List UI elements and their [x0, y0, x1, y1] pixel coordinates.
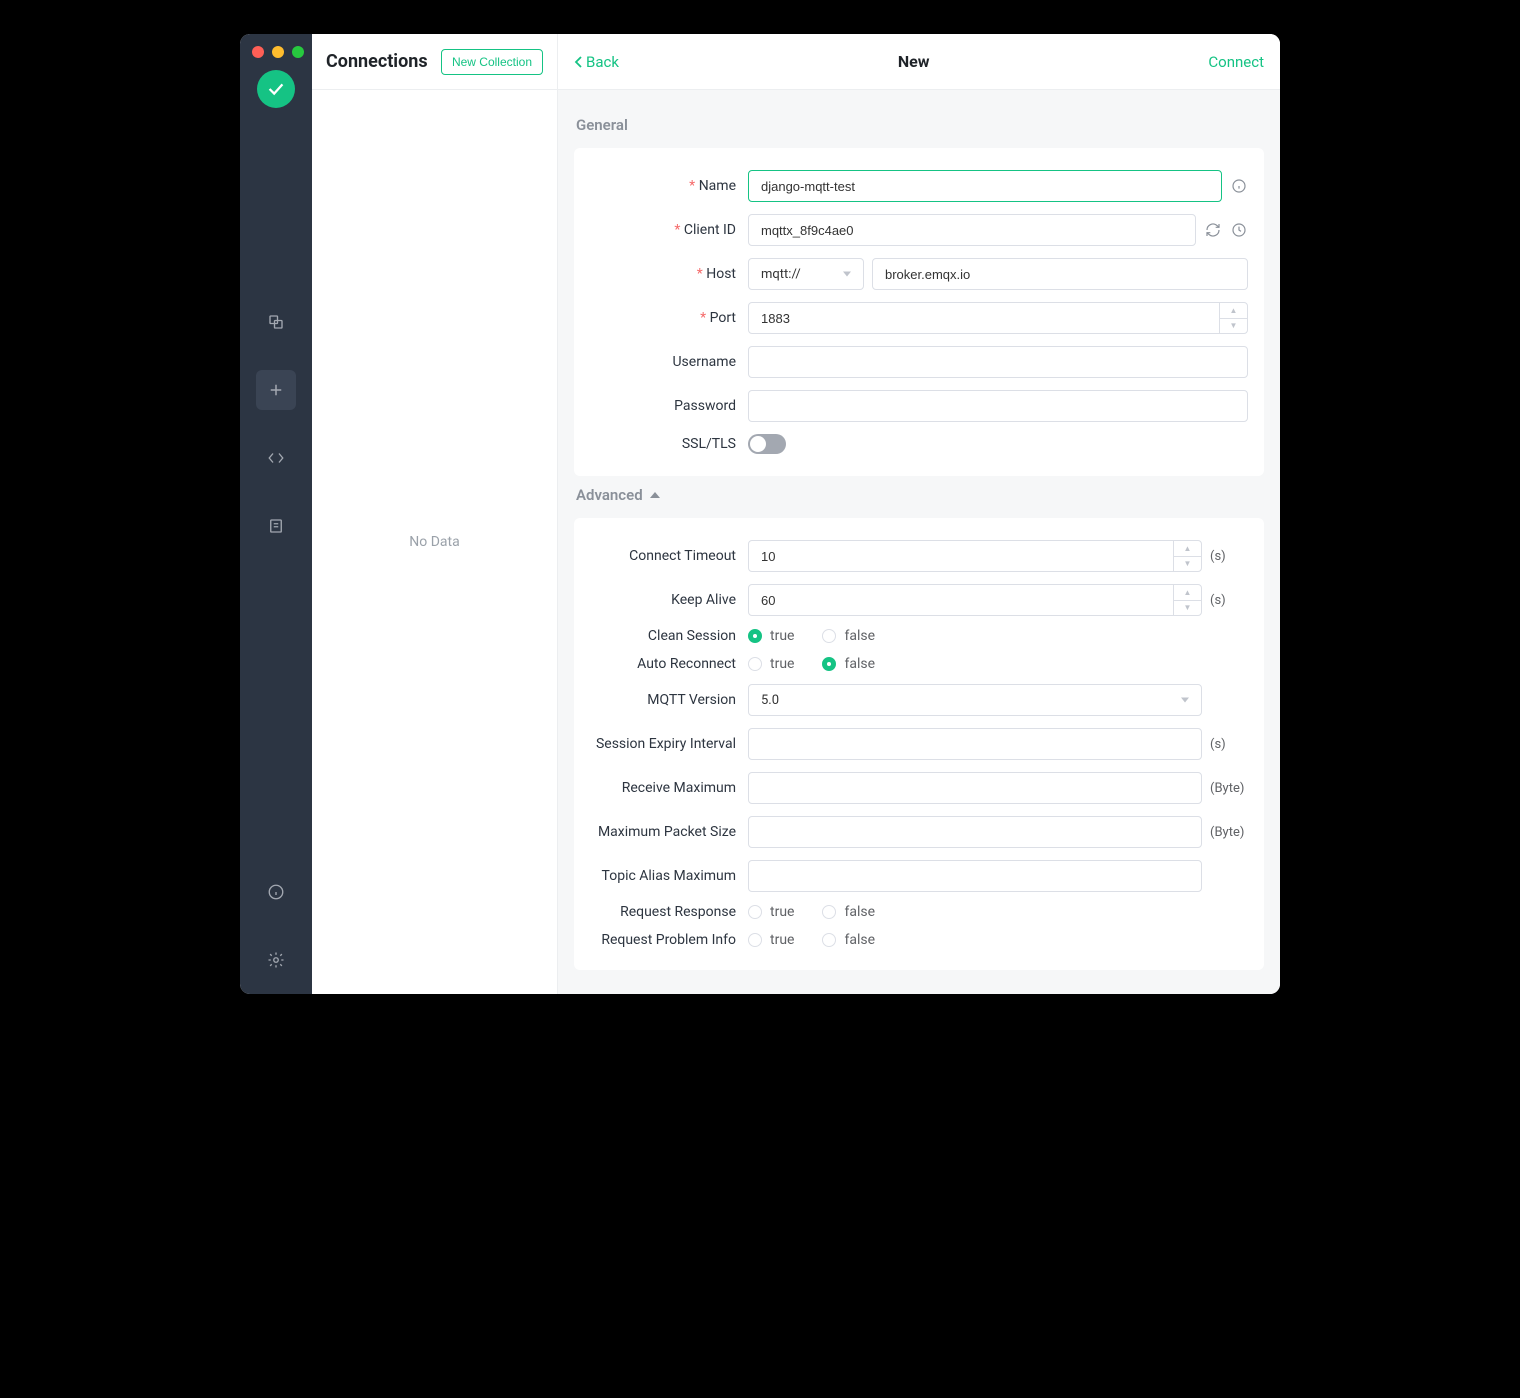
- maximize-window[interactable]: [292, 46, 304, 58]
- window-controls: [252, 46, 304, 58]
- port-label: Port: [590, 310, 748, 326]
- session-expiry-input[interactable]: [748, 728, 1202, 760]
- main-panel: Back New Connect General Name C: [558, 34, 1280, 994]
- mqtt-version-label: MQTT Version: [590, 692, 748, 708]
- nav-new[interactable]: [256, 370, 296, 410]
- keep-alive-input[interactable]: [748, 584, 1202, 616]
- receive-max-input[interactable]: [748, 772, 1202, 804]
- unit-byte: (Byte): [1210, 825, 1248, 840]
- sidebar-header: Connections New Collection: [312, 34, 557, 90]
- max-packet-label: Maximum Packet Size: [590, 824, 748, 840]
- app-logo: [257, 70, 295, 108]
- max-packet-input[interactable]: [748, 816, 1202, 848]
- port-input[interactable]: [748, 302, 1248, 334]
- general-section-title: General: [576, 116, 1264, 134]
- request-response-label: Request Response: [590, 904, 748, 920]
- nav-rail: [240, 34, 312, 994]
- unit-s: (s): [1210, 593, 1248, 608]
- clean-session-false[interactable]: false: [822, 628, 875, 644]
- new-collection-button[interactable]: New Collection: [441, 49, 543, 75]
- unit-s: (s): [1210, 549, 1248, 564]
- nav-settings[interactable]: [256, 940, 296, 980]
- page-title: New: [619, 52, 1208, 71]
- client-id-label: Client ID: [590, 222, 748, 238]
- request-problem-label: Request Problem Info: [590, 932, 748, 948]
- connect-timeout-input[interactable]: [748, 540, 1202, 572]
- name-info-icon[interactable]: [1230, 177, 1248, 195]
- request-problem-false[interactable]: false: [822, 932, 875, 948]
- form-content: General Name Client ID: [558, 90, 1280, 994]
- username-label: Username: [590, 354, 748, 370]
- host-label: Host: [590, 266, 748, 282]
- keep-alive-label: Keep Alive: [590, 592, 748, 608]
- nav-scripts[interactable]: [256, 438, 296, 478]
- sidebar-title: Connections: [326, 51, 429, 72]
- name-input[interactable]: [748, 170, 1222, 202]
- name-label: Name: [590, 178, 748, 194]
- collapse-up-icon: [649, 489, 661, 501]
- port-spinner[interactable]: ▲▼: [1219, 303, 1247, 333]
- general-card: Name Client ID: [574, 148, 1264, 476]
- topic-alias-label: Topic Alias Maximum: [590, 868, 748, 884]
- request-response-false[interactable]: false: [822, 904, 875, 920]
- advanced-section-title[interactable]: Advanced: [576, 486, 1264, 504]
- topic-alias-input[interactable]: [748, 860, 1202, 892]
- connect-timeout-spinner[interactable]: ▲▼: [1173, 541, 1201, 571]
- sidebar-empty: No Data: [312, 90, 557, 994]
- receive-max-label: Receive Maximum: [590, 780, 748, 796]
- connect-timeout-label: Connect Timeout: [590, 548, 748, 564]
- nav-log[interactable]: [256, 506, 296, 546]
- auto-reconnect-false[interactable]: false: [822, 656, 875, 672]
- back-label: Back: [586, 53, 619, 71]
- request-problem-true[interactable]: true: [748, 932, 794, 948]
- session-expiry-label: Session Expiry Interval: [590, 736, 748, 752]
- password-label: Password: [590, 398, 748, 414]
- refresh-client-id-icon[interactable]: [1204, 221, 1222, 239]
- advanced-card: Connect Timeout ▲▼ (s) Keep Alive: [574, 518, 1264, 970]
- host-input[interactable]: [872, 258, 1248, 290]
- nav-about[interactable]: [256, 872, 296, 912]
- nav-connections[interactable]: [256, 302, 296, 342]
- close-window[interactable]: [252, 46, 264, 58]
- connect-button[interactable]: Connect: [1208, 53, 1264, 71]
- ssl-label: SSL/TLS: [590, 436, 748, 452]
- unit-byte: (Byte): [1210, 781, 1248, 796]
- keep-alive-spinner[interactable]: ▲▼: [1173, 585, 1201, 615]
- password-input[interactable]: [748, 390, 1248, 422]
- sidebar: Connections New Collection No Data: [312, 34, 558, 994]
- request-response-true[interactable]: true: [748, 904, 794, 920]
- clean-session-true[interactable]: true: [748, 628, 794, 644]
- auto-reconnect-label: Auto Reconnect: [590, 656, 748, 672]
- auto-reconnect-true[interactable]: true: [748, 656, 794, 672]
- mqtt-version-select[interactable]: 5.0: [748, 684, 1202, 716]
- topbar: Back New Connect: [558, 34, 1280, 90]
- minimize-window[interactable]: [272, 46, 284, 58]
- username-input[interactable]: [748, 346, 1248, 378]
- host-protocol-select[interactable]: mqtt://: [748, 258, 864, 290]
- back-button[interactable]: Back: [574, 53, 619, 71]
- unit-s: (s): [1210, 737, 1248, 752]
- client-id-input[interactable]: [748, 214, 1196, 246]
- client-id-history-icon[interactable]: [1230, 221, 1248, 239]
- app-window: Connections New Collection No Data Back …: [240, 34, 1280, 994]
- clean-session-label: Clean Session: [590, 628, 748, 644]
- ssl-toggle[interactable]: [748, 434, 786, 454]
